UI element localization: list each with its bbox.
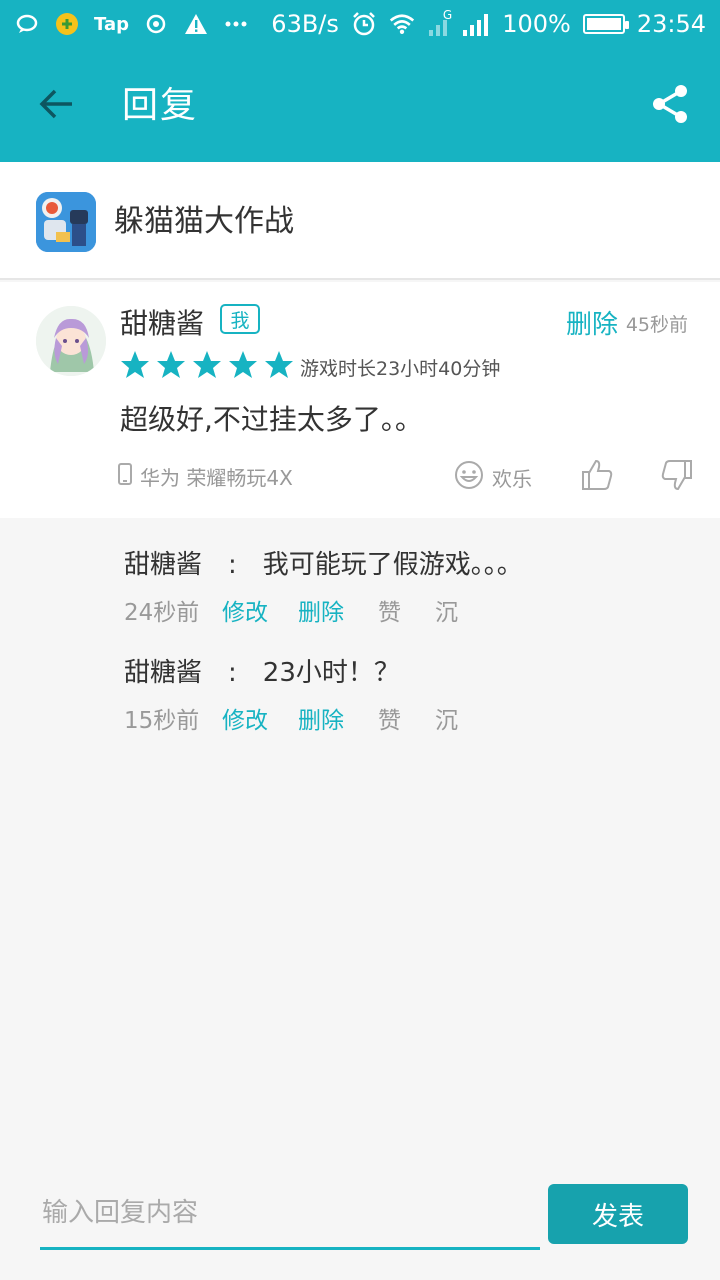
game-icon[interactable] (36, 192, 96, 252)
device-name: 华为 荣耀畅玩4X (140, 466, 293, 490)
phone-icon (118, 463, 132, 490)
star-icon (121, 351, 149, 378)
back-arrow-icon[interactable] (30, 78, 82, 130)
like-reply-button[interactable]: 赞 (378, 701, 401, 735)
mood-tag: 欢乐 (454, 460, 532, 495)
send-button[interactable]: 发表 (548, 1184, 688, 1244)
device-info: 华为 荣耀畅玩4X (118, 462, 293, 491)
chat-icon (14, 11, 40, 37)
reply-author[interactable]: 甜糖酱 (124, 658, 202, 688)
reply-text: 23小时！？ (262, 658, 400, 688)
rating-stars (120, 350, 294, 380)
reply-composer: 发表 (0, 1148, 720, 1280)
like-reply-button[interactable]: 赞 (378, 593, 401, 627)
thumbs-up-icon[interactable] (580, 458, 614, 492)
reply-author[interactable]: 甜糖酱 (124, 550, 202, 580)
thumbs-down-icon[interactable] (660, 458, 694, 492)
app-bar: 回复 (0, 48, 720, 162)
star-icon (265, 351, 293, 378)
status-bar: Tap 63B/s G 100% 23:54 (0, 0, 720, 48)
net-speed: 63B/s (271, 10, 339, 38)
sink-reply-button[interactable]: 沉 (435, 701, 458, 735)
game-header[interactable]: 躲猫猫大作战 (0, 162, 720, 280)
delete-reply-button[interactable]: 删除 (298, 701, 344, 735)
clock: 23:54 (636, 10, 706, 38)
edit-reply-button[interactable]: 修改 (222, 593, 268, 627)
review-content: 超级好,不过挂太多了。。 (120, 403, 423, 436)
review-username[interactable]: 甜糖酱 (120, 302, 204, 342)
review-card: 甜糖酱 我 删除 45秒前 游戏时长23小时40分钟 超级好,不过挂太多了。。 … (0, 282, 720, 518)
reply-text: 我可能玩了假游戏。。。 (262, 550, 523, 580)
page-title: 回复 (122, 85, 199, 126)
reply-input[interactable] (40, 1178, 540, 1250)
me-badge: 我 (220, 304, 260, 334)
smiley-icon (454, 460, 484, 495)
reply-list: 甜糖酱: 我可能玩了假游戏。。。 24秒前 修改 删除 赞 沉 甜糖酱:23小时！… (0, 518, 720, 1148)
game-name[interactable]: 躲猫猫大作战 (114, 196, 294, 240)
delete-reply-button[interactable]: 删除 (298, 593, 344, 627)
tap-icon: Tap (94, 13, 129, 35)
app-icon (54, 11, 80, 37)
avatar[interactable] (36, 306, 106, 376)
reply-time: 15秒前 (124, 708, 200, 734)
signal-icon (427, 11, 497, 37)
share-icon[interactable] (646, 80, 694, 128)
list-item: 甜糖酱:23小时！？ 15秒前 修改 删除 赞 沉 (124, 652, 684, 735)
playtime: 游戏时长23小时40分钟 (300, 358, 501, 380)
wifi-icon (389, 11, 415, 37)
mood-label: 欢乐 (492, 467, 532, 491)
battery-percent: 100% (502, 10, 571, 38)
battery-icon (582, 14, 629, 34)
star-icon (193, 351, 221, 378)
edit-reply-button[interactable]: 修改 (222, 701, 268, 735)
warning-icon (183, 11, 209, 37)
list-item: 甜糖酱: 我可能玩了假游戏。。。 24秒前 修改 删除 赞 沉 (124, 544, 684, 627)
reply-time: 24秒前 (124, 600, 200, 626)
delete-review-button[interactable]: 删除 (566, 304, 618, 341)
more-icon (223, 11, 249, 37)
review-time: 45秒前 (625, 314, 688, 336)
alarm-icon (351, 11, 377, 37)
reply-colon: : (228, 550, 237, 580)
reply-colon: : (228, 658, 237, 688)
sink-reply-button[interactable]: 沉 (435, 593, 458, 627)
sync-icon (143, 11, 169, 37)
network-type: G (442, 8, 453, 22)
star-icon (229, 351, 257, 378)
star-icon (157, 351, 185, 378)
